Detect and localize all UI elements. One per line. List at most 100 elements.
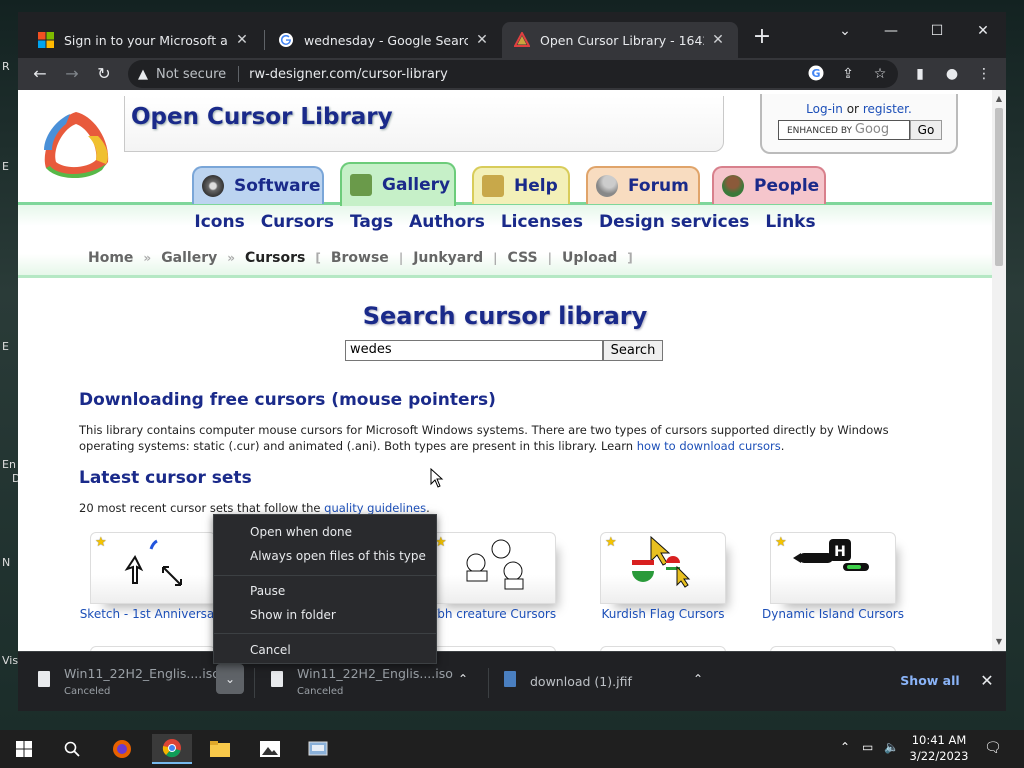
subnav-icons[interactable]: Icons bbox=[194, 212, 244, 232]
latest-text-end: . bbox=[426, 501, 430, 515]
search-button[interactable]: Search bbox=[603, 340, 663, 361]
menu-kebab-icon[interactable]: ⋮ bbox=[974, 64, 994, 84]
tab-people[interactable]: People bbox=[712, 166, 826, 204]
breadcrumb-junkyard[interactable]: Junkyard bbox=[413, 250, 483, 266]
site-title[interactable]: Open Cursor Library bbox=[131, 104, 393, 130]
forward-arrow-icon[interactable]: → bbox=[60, 62, 84, 86]
breadcrumb-css[interactable]: CSS bbox=[508, 250, 538, 266]
menu-item-cancel[interactable]: Cancel bbox=[250, 643, 291, 657]
share-icon[interactable]: ⇪ bbox=[838, 64, 858, 84]
profile-icon[interactable]: ● bbox=[942, 64, 962, 84]
tab-forum[interactable]: Forum bbox=[586, 166, 700, 204]
photos-icon[interactable] bbox=[250, 734, 290, 764]
tab-gallery[interactable]: Gallery bbox=[340, 162, 456, 206]
windows-start-icon[interactable] bbox=[4, 734, 44, 764]
scroll-thumb[interactable] bbox=[995, 108, 1003, 266]
login-link[interactable]: Log-in bbox=[806, 102, 843, 116]
download-item[interactable]: Win11_22H2_Englis....iso Canceled ⌄ bbox=[32, 662, 254, 702]
card-label[interactable]: Kurdish Flag Cursors bbox=[583, 606, 743, 622]
subnav-cursors[interactable]: Cursors bbox=[261, 212, 334, 232]
system-clock[interactable]: 10:41 AM 3/22/2023 bbox=[904, 732, 974, 764]
new-tab-button[interactable]: + bbox=[748, 24, 776, 52]
tab-software[interactable]: Software bbox=[192, 166, 324, 204]
control-panel-icon[interactable] bbox=[298, 734, 338, 764]
quality-guidelines-link[interactable]: quality guidelines bbox=[324, 501, 426, 515]
tab-search-button[interactable]: ⌄ bbox=[822, 18, 868, 46]
breadcrumb-home[interactable]: Home bbox=[88, 250, 133, 266]
clock-time: 10:41 AM bbox=[911, 733, 967, 747]
show-all-button[interactable]: Show all bbox=[894, 666, 966, 696]
search-input[interactable]: wedes bbox=[345, 340, 603, 361]
bracket-close-icon: ] bbox=[627, 251, 633, 265]
tab-open-cursor-library[interactable]: Open Cursor Library - 164259 cu ✕ bbox=[502, 22, 738, 58]
tab-microsoft[interactable]: Sign in to your Microsoft accoun ✕ bbox=[26, 22, 262, 58]
subnav-tags[interactable]: Tags bbox=[350, 212, 393, 232]
login-line: Log-in or register. bbox=[762, 102, 956, 116]
chevron-up-icon[interactable]: ⌃ bbox=[449, 664, 477, 694]
desktop-icon-label: N bbox=[2, 556, 11, 569]
network-icon[interactable]: ▭ bbox=[862, 740, 873, 754]
chevron-up-icon[interactable]: ⌃ bbox=[840, 740, 850, 754]
search-icon[interactable] bbox=[52, 734, 92, 764]
subnav-authors[interactable]: Authors bbox=[409, 212, 485, 232]
reload-icon[interactable]: ↻ bbox=[92, 62, 116, 86]
download-item[interactable]: download (1).jfif ⌃ bbox=[498, 662, 720, 702]
card-label[interactable]: Sketch - 1st Anniversary bbox=[73, 606, 233, 622]
tab-help[interactable]: Help bbox=[472, 166, 570, 204]
book-icon bbox=[482, 175, 504, 197]
menu-item-always-open[interactable]: Always open files of this type bbox=[250, 549, 426, 563]
pipe-separator-icon: | bbox=[547, 251, 553, 265]
chevron-down-icon[interactable]: ⌄ bbox=[216, 664, 244, 694]
file-explorer-icon[interactable] bbox=[200, 734, 240, 764]
taskbar: ⌃ ▭ 🔈 10:41 AM 3/22/2023 🗨 bbox=[0, 730, 1024, 768]
speaker-muted-icon[interactable]: 🔈 bbox=[884, 740, 899, 754]
card-label[interactable]: Tbh creature Cursors bbox=[413, 606, 573, 622]
url-text[interactable]: rw-designer.com/cursor-library bbox=[249, 67, 448, 82]
close-icon[interactable]: ✕ bbox=[710, 32, 726, 48]
how-to-download-link[interactable]: how to download cursors bbox=[637, 439, 781, 453]
chevron-up-icon[interactable]: ⌃ bbox=[684, 664, 712, 694]
firefox-icon[interactable] bbox=[102, 734, 142, 764]
security-label[interactable]: Not secure bbox=[156, 67, 226, 82]
cursor-set-card[interactable]: ★ bbox=[430, 532, 556, 604]
google-lens-icon[interactable]: G bbox=[806, 64, 826, 84]
cursor-set-card[interactable]: ★ H bbox=[770, 532, 896, 604]
side-panel-icon[interactable]: ▮ bbox=[910, 64, 930, 84]
google-brand-text: Goog bbox=[854, 122, 890, 137]
menu-item-open-when-done[interactable]: Open when done bbox=[250, 525, 352, 539]
card-label[interactable]: Dynamic Island Cursors bbox=[753, 606, 913, 622]
scroll-up-icon[interactable]: ▲ bbox=[992, 92, 1006, 106]
close-icon[interactable]: ✕ bbox=[234, 32, 250, 48]
subnav-licenses[interactable]: Licenses bbox=[501, 212, 583, 232]
scroll-down-icon[interactable]: ▼ bbox=[992, 635, 1006, 649]
close-icon[interactable]: ✕ bbox=[474, 32, 490, 48]
close-icon[interactable]: ✕ bbox=[976, 670, 998, 692]
bracket-open-icon: [ bbox=[315, 251, 321, 265]
chrome-icon[interactable] bbox=[152, 734, 192, 764]
subnav-links[interactable]: Links bbox=[765, 212, 815, 232]
tab-label: Gallery bbox=[382, 175, 451, 195]
breadcrumb-upload[interactable]: Upload bbox=[562, 250, 617, 266]
google-search-input[interactable]: ENHANCED BY Goog bbox=[778, 120, 910, 140]
subnav-design-services[interactable]: Design services bbox=[599, 212, 749, 232]
google-go-button[interactable]: Go bbox=[910, 120, 942, 140]
breadcrumb-gallery[interactable]: Gallery bbox=[161, 250, 217, 266]
menu-item-pause[interactable]: Pause bbox=[250, 584, 285, 598]
site-logo[interactable] bbox=[36, 106, 116, 186]
page-scrollbar[interactable]: ▲ ▼ bbox=[992, 90, 1006, 651]
maximize-button[interactable]: ☐ bbox=[914, 18, 960, 46]
address-bar[interactable]: ▲ Not secure rw-designer.com/cursor-libr… bbox=[128, 60, 898, 88]
close-window-button[interactable]: ✕ bbox=[960, 18, 1006, 46]
minimize-button[interactable]: — bbox=[868, 18, 914, 46]
cursor-set-card[interactable]: ★ bbox=[600, 532, 726, 604]
cursor-set-card[interactable]: ★ bbox=[90, 532, 216, 604]
back-arrow-icon[interactable]: ← bbox=[28, 62, 52, 86]
notifications-icon[interactable]: 🗨 bbox=[984, 740, 1002, 756]
menu-item-show-in-folder[interactable]: Show in folder bbox=[250, 608, 336, 622]
download-item[interactable]: Win11_22H2_Englis....iso Canceled ⌃ bbox=[265, 662, 487, 702]
register-link[interactable]: register. bbox=[863, 102, 912, 116]
tab-google-search[interactable]: wednesday - Google Search ✕ bbox=[266, 22, 502, 58]
breadcrumb-browse[interactable]: Browse bbox=[331, 250, 389, 266]
bookmark-star-icon[interactable]: ☆ bbox=[870, 64, 890, 84]
desktop-icon-label: R bbox=[2, 60, 10, 73]
